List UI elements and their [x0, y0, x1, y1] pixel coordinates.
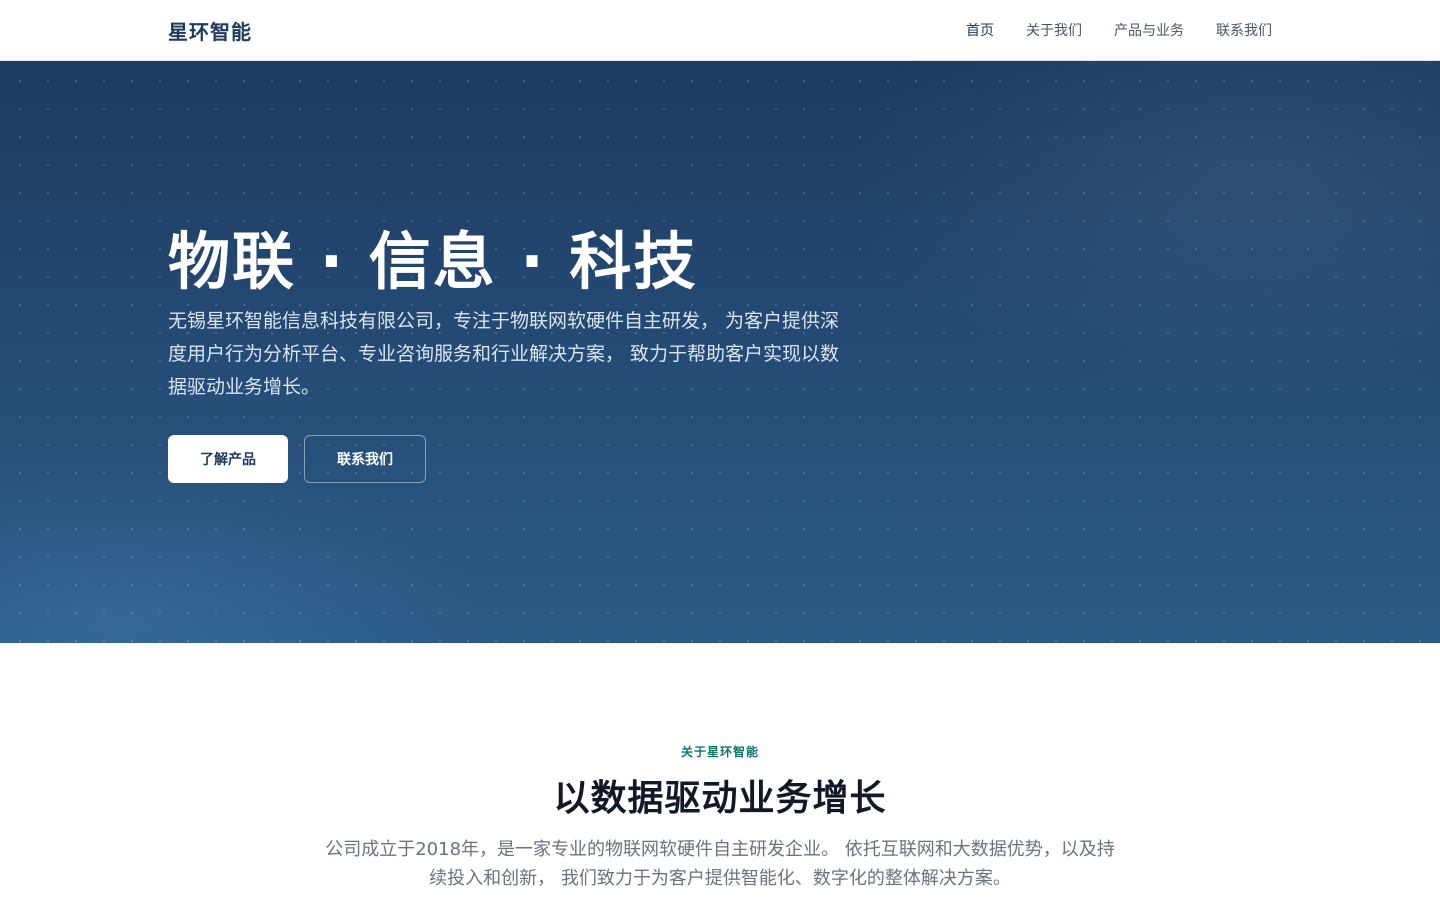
- hero-section: 物联 · 信息 · 科技 无锡星环智能信息科技有限公司，专注于物联网软硬件自主研…: [0, 61, 1440, 643]
- nav-menu: 首页 关于我们 产品与业务 联系我们: [966, 20, 1272, 40]
- brand-logo[interactable]: 星环智能: [168, 16, 252, 45]
- about-section-description: 公司成立于2018年，是一家专业的物联网软硬件自主研发企业。 依托互联网和大数据…: [325, 839, 1115, 889]
- contact-us-button[interactable]: 联系我们: [304, 435, 426, 483]
- learn-products-button[interactable]: 了解产品: [168, 435, 288, 483]
- top-navbar: 星环智能 首页 关于我们 产品与业务 联系我们: [0, 0, 1440, 61]
- hero-description: 无锡星环智能信息科技有限公司，专注于物联网软硬件自主研发， 为客户提供深度用户行…: [168, 310, 840, 398]
- about-section-title: 以数据驱动业务增长: [553, 778, 887, 819]
- nav-link-products[interactable]: 产品与业务: [1114, 20, 1184, 40]
- about-section: 关于星环智能 以数据驱动业务增长 公司成立于2018年，是一家专业的物联网软硬件…: [0, 643, 1440, 900]
- hero-title: 物联 · 信息 · 科技: [168, 225, 698, 298]
- about-section-tag: 关于星环智能: [680, 745, 759, 759]
- nav-link-home[interactable]: 首页: [966, 20, 994, 40]
- nav-link-contact[interactable]: 联系我们: [1216, 20, 1272, 40]
- nav-link-about[interactable]: 关于我们: [1026, 20, 1082, 40]
